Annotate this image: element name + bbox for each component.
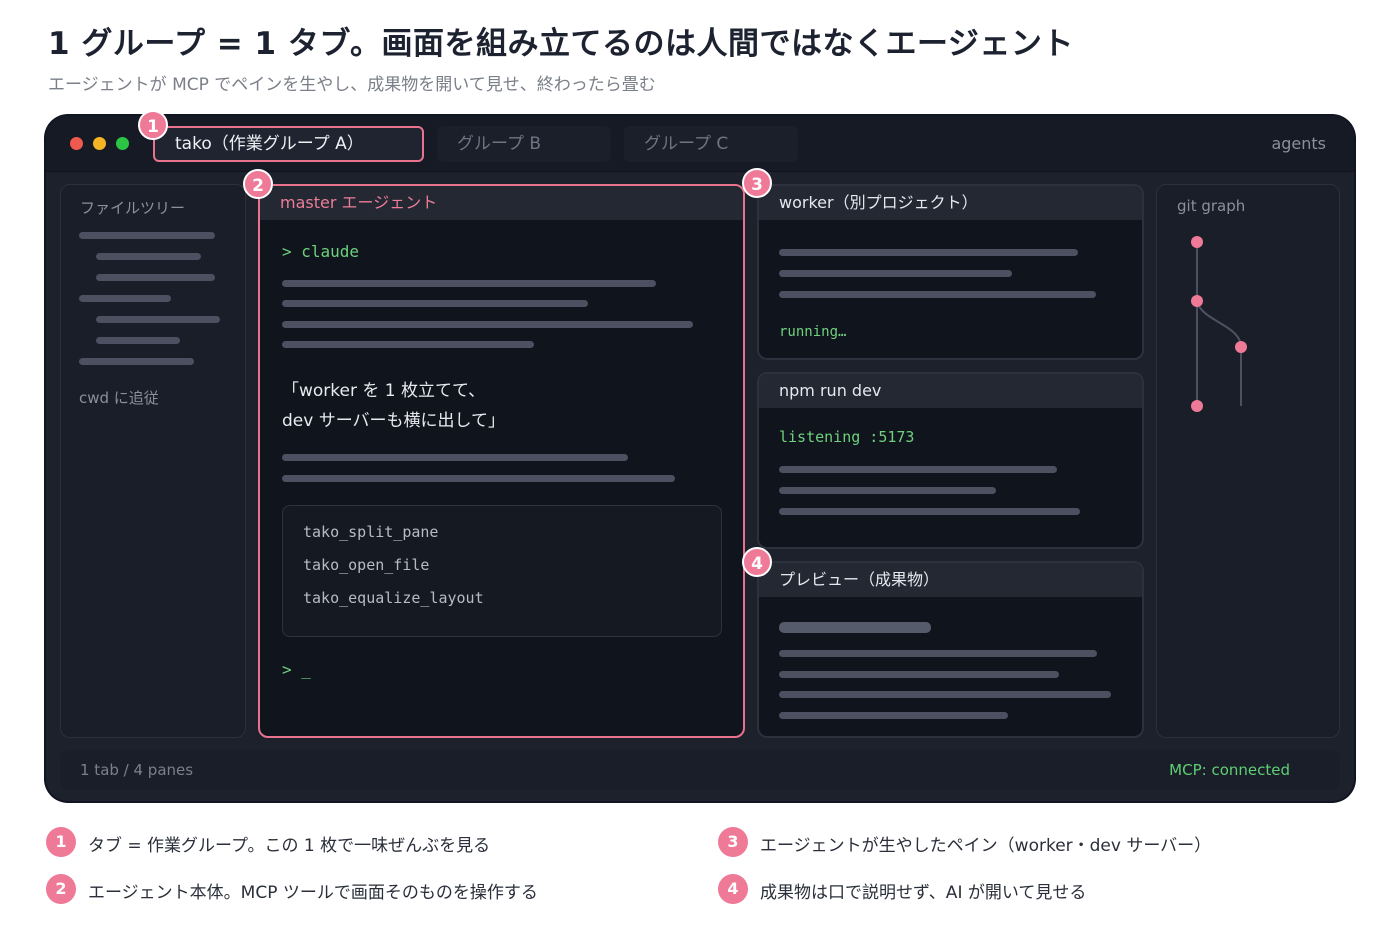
preview-line (779, 650, 1097, 657)
input-cursor-prompt[interactable]: > _ (282, 660, 311, 679)
status-pane-count: 1 tab / 4 panes (80, 761, 194, 779)
instruction-line-2: dev サーバーも横に出して」 (282, 411, 506, 431)
file-tree-item[interactable] (96, 316, 220, 323)
git-commit-node[interactable] (1191, 236, 1203, 248)
output-line (282, 300, 588, 307)
cwd-label: cwd に追従 (79, 389, 159, 407)
preview-line (779, 691, 1111, 698)
instruction-line-1: 「worker を 1 枚立てて、 (282, 381, 486, 401)
tab-group-c[interactable]: グループ C (624, 126, 798, 162)
worker-pane[interactable]: worker（別プロジェクト） running… (757, 184, 1144, 360)
legend-number: 2 (46, 874, 76, 904)
preview-pane[interactable]: プレビュー（成果物） (757, 561, 1144, 738)
master-agent-pane[interactable]: master エージェント > claude 「worker を 1 枚立てて、… (258, 184, 745, 738)
output-line (282, 341, 534, 348)
legend-text: エージェントが生やしたペイン（worker・dev サーバー） (760, 836, 1212, 856)
file-tree-label: ファイルツリー (80, 199, 186, 217)
output-line (779, 291, 1096, 298)
page-title: 1 グループ = 1 タブ。画面を組み立てるのは人間ではなくエージェント (48, 26, 1074, 62)
output-line (779, 249, 1078, 256)
legend-number: 3 (718, 827, 748, 857)
dev-server-pane-title: npm run dev (759, 374, 1142, 408)
git-commit-node[interactable] (1191, 400, 1203, 412)
output-line (779, 508, 1080, 515)
legend-text: 成果物は口で説明せず、AI が開いて見せる (760, 883, 1087, 903)
callout-badge-3: 3 (742, 168, 772, 198)
agents-label[interactable]: agents (1271, 134, 1326, 153)
tool-split-pane: tako_split_pane (303, 523, 439, 541)
output-line (779, 466, 1057, 473)
file-tree-item[interactable] (96, 337, 180, 344)
master-pane-title: master エージェント (260, 186, 743, 220)
file-tree-item[interactable] (79, 358, 194, 365)
maximize-window-button[interactable] (116, 137, 129, 150)
file-tree-item[interactable] (79, 232, 215, 239)
app-window: tako（作業グループ A） グループ B グループ C agents ファイル… (46, 116, 1354, 801)
dev-server-status: listening :5173 (779, 428, 915, 446)
worker-pane-title: worker（別プロジェクト） (759, 186, 1142, 220)
worker-status: running… (779, 324, 847, 340)
tab-group-a[interactable]: tako（作業グループ A） (153, 126, 424, 162)
dev-server-pane[interactable]: npm run dev listening :5173 (757, 372, 1144, 549)
git-branch-feature (1196, 300, 1242, 406)
preview-line (779, 671, 1059, 678)
page-subtitle: エージェントが MCP でペインを生やし、成果物を開いて見せ、終わったら畳む (48, 75, 656, 95)
tool-open-file: tako_open_file (303, 556, 430, 574)
callout-badge-4: 4 (742, 547, 772, 577)
callout-badge-2: 2 (243, 169, 273, 199)
git-commit-node[interactable] (1235, 341, 1247, 353)
close-window-button[interactable] (70, 137, 83, 150)
minimize-window-button[interactable] (93, 137, 106, 150)
mcp-tool-list: tako_split_pane tako_open_file tako_equa… (282, 505, 722, 637)
file-tree-panel: ファイルツリー cwd に追従 (60, 184, 246, 738)
output-line (779, 270, 1012, 277)
master-prompt: > claude (282, 242, 360, 261)
output-line (282, 475, 675, 482)
preview-line (779, 712, 1008, 719)
status-bar: 1 tab / 4 panes MCP: connected (60, 750, 1340, 790)
output-line (282, 321, 693, 328)
git-commit-node[interactable] (1191, 295, 1203, 307)
preview-heading-block (779, 622, 931, 633)
tool-equalize-layout: tako_equalize_layout (303, 589, 484, 607)
file-tree-item[interactable] (79, 295, 171, 302)
status-mcp-connection: MCP: connected (1169, 761, 1290, 779)
callout-badge-1: 1 (138, 110, 168, 140)
output-line (779, 487, 996, 494)
file-tree-item[interactable] (96, 253, 201, 260)
output-line (282, 280, 656, 287)
file-tree-item[interactable] (96, 274, 215, 281)
git-graph-svg (1191, 236, 1247, 412)
titlebar: tako（作業グループ A） グループ B グループ C agents (46, 116, 1354, 172)
legend-text: エージェント本体。MCP ツールで画面そのものを操作する (88, 883, 538, 903)
output-line (282, 454, 628, 461)
tab-group-b[interactable]: グループ B (437, 126, 611, 162)
legend-number: 1 (46, 827, 76, 857)
preview-pane-title: プレビュー（成果物） (759, 563, 1142, 597)
legend-number: 4 (718, 874, 748, 904)
legend-text: タブ = 作業グループ。この 1 枚で一味ぜんぶを見る (88, 836, 491, 856)
git-graph-panel: git graph (1156, 184, 1340, 738)
